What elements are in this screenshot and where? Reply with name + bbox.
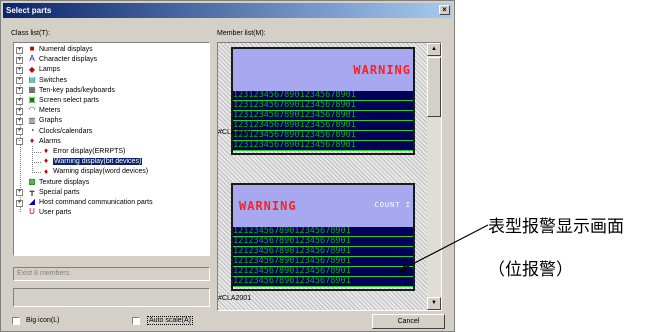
annotation-arrow-head	[397, 265, 407, 273]
annotation-line-2: （位报警）	[488, 260, 573, 280]
annotation-arrow	[397, 224, 489, 273]
annotation-line-1: 表型报警显示画面	[488, 217, 624, 237]
annotation-arrow-line	[400, 224, 489, 271]
